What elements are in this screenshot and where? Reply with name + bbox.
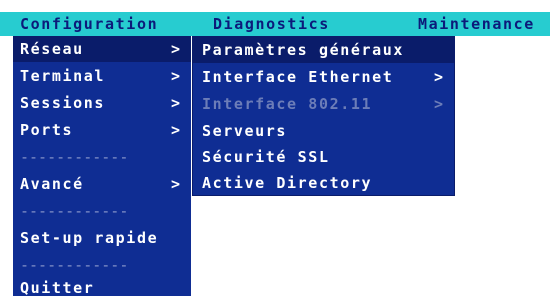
configuration-dropdown: Réseau > Terminal > Sessions > Ports > -… [13,36,191,296]
menu-item-reseau[interactable]: Réseau > [13,36,191,62]
submenu-item-securite-ssl[interactable]: Sécurité SSL [192,144,455,170]
menu-diagnostics-label: Diagnostics [213,15,330,33]
menu-bar: Configuration Diagnostics Maintenance [0,12,550,36]
menu-item-terminal[interactable]: Terminal > [13,63,191,89]
menu-maintenance[interactable]: Maintenance [418,12,535,36]
network-submenu: Paramètres généraux Interface Ethernet >… [192,36,455,196]
submenu-item-parametres-generaux[interactable]: Paramètres généraux [192,37,455,63]
menu-item-sessions[interactable]: Sessions > [13,90,191,116]
menu-separator: ------------ [20,256,129,274]
menu-item-sessions-label: Sessions [20,94,106,112]
submenu-arrow-icon: > [434,95,445,113]
submenu-arrow-icon: > [171,175,182,193]
menu-configuration[interactable]: Configuration [13,12,191,36]
menu-separator: ------------ [20,148,129,166]
menu-diagnostics[interactable]: Diagnostics [213,12,330,36]
menu-item-ports-label: Ports [20,121,74,139]
submenu-item-active-directory[interactable]: Active Directory [192,170,455,196]
submenu-arrow-icon: > [171,67,182,85]
menu-maintenance-label: Maintenance [418,15,535,33]
menu-item-setup-rapide[interactable]: Set-up rapide [13,225,191,251]
menu-item-avance-label: Avancé [20,175,84,193]
menu-item-setup-rapide-label: Set-up rapide [20,229,159,247]
submenu-arrow-icon: > [171,40,182,58]
menu-configuration-label: Configuration [20,15,159,33]
menu-item-reseau-label: Réseau [20,40,84,58]
submenu-arrow-icon: > [171,94,182,112]
submenu-item-active-directory-label: Active Directory [202,174,373,192]
submenu-item-interface-80211: Interface 802.11 > [192,91,455,117]
menu-item-quitter[interactable]: Quitter [13,279,191,296]
submenu-item-interface-ethernet[interactable]: Interface Ethernet > [192,64,455,90]
submenu-item-interface-80211-label: Interface 802.11 [202,95,373,113]
submenu-item-serveurs[interactable]: Serveurs [192,118,455,144]
submenu-arrow-icon: > [434,68,445,86]
submenu-item-securite-ssl-label: Sécurité SSL [202,148,330,166]
menu-item-avance[interactable]: Avancé > [13,171,191,197]
menu-item-terminal-label: Terminal [20,67,106,85]
menu-item-ports[interactable]: Ports > [13,117,191,143]
submenu-item-serveurs-label: Serveurs [202,122,288,140]
menu-separator: ------------ [20,202,129,220]
submenu-arrow-icon: > [171,121,182,139]
submenu-item-parametres-generaux-label: Paramètres généraux [202,41,404,59]
menu-item-quitter-label: Quitter [20,279,95,296]
submenu-item-interface-ethernet-label: Interface Ethernet [202,68,394,86]
